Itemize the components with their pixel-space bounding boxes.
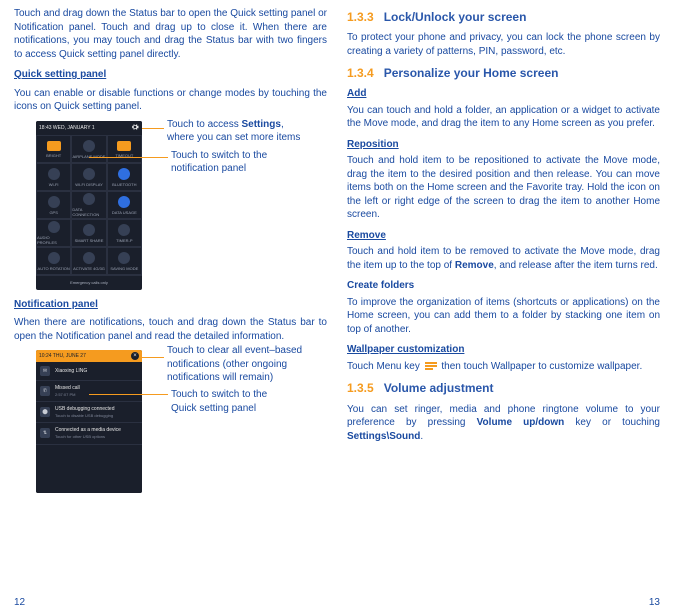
pointer-line <box>89 394 168 395</box>
qsp-cell[interactable]: TIMEOUT <box>107 135 142 163</box>
qsp-cell[interactable]: ACTIVATE 4G/3G <box>71 247 106 275</box>
np-text: When there are notifications, touch and … <box>14 316 327 343</box>
menu-key-icon <box>425 361 437 372</box>
s133-text: To protect your phone and privacy, you c… <box>347 31 660 58</box>
audio-icon <box>48 221 60 233</box>
qsp-cell[interactable]: GPS <box>36 191 71 219</box>
clear-all-icon[interactable]: × <box>131 352 139 360</box>
qsp-cell[interactable]: TIMER-P <box>107 219 142 247</box>
qsp-text: You can enable or disable functions or c… <box>14 87 327 114</box>
bluetooth-icon <box>118 168 130 180</box>
page-number-right: 13 <box>649 596 660 610</box>
qsp-cell[interactable]: AUDIO PROFILES <box>36 219 71 247</box>
remove-text: Touch and hold item to be removed to act… <box>347 245 660 272</box>
quick-settings-screenshot: 18:43 WED, JANUARY 1 BRIGHT AIRPLANE MOD… <box>36 121 142 290</box>
pointer-line <box>142 128 164 129</box>
notification-panel-heading: Notification panel <box>14 298 327 312</box>
create-folders-heading: Create folders <box>347 279 660 293</box>
network-icon <box>83 252 95 264</box>
usb-icon: ⇅ <box>40 428 50 438</box>
qsp-cell[interactable]: SMART SHARE <box>71 219 106 247</box>
qsp-cell[interactable]: DATA USAGE <box>107 191 142 219</box>
qsp-cell[interactable]: AUTO ROTATION <box>36 247 71 275</box>
pointer-line <box>142 357 164 358</box>
notification-panel-screenshot: 10:24 THU, JUNE 27 × ✉ Xiaoxing LING ✆ M… <box>36 350 142 492</box>
left-page: Touch and drag down the Status bar to op… <box>14 7 327 501</box>
remove-heading: Remove <box>347 229 660 243</box>
section-134-heading: 1.3.4Personalize your Home screen <box>347 65 660 81</box>
airplane-icon <box>83 140 95 152</box>
wifi-icon <box>48 168 60 180</box>
annot-switch-qsp: Touch to switch to the Quick setting pan… <box>171 388 267 415</box>
missed-call-icon: ✆ <box>40 386 50 396</box>
quick-settings-screenshot-block: 18:43 WED, JANUARY 1 BRIGHT AIRPLANE MOD… <box>36 121 327 290</box>
notification-row[interactable]: ✆ Missed call2:57:07 PM <box>36 381 142 402</box>
qsp-statusbar: 18:43 WED, JANUARY 1 <box>36 121 142 136</box>
notification-panel-screenshot-block: 10:24 THU, JUNE 27 × ✉ Xiaoxing LING ✆ M… <box>36 350 327 492</box>
notification-row[interactable]: ⬤ USB debugging connectedTouch to disabl… <box>36 402 142 423</box>
annot-settings: Touch to access Settings, where you can … <box>167 118 300 145</box>
data-conn-icon <box>83 193 95 205</box>
timer-icon <box>118 224 130 236</box>
notification-row[interactable]: ⇅ Connected as a media deviceTouch for o… <box>36 423 142 444</box>
rotate-icon <box>48 252 60 264</box>
notification-row[interactable]: ✉ Xiaoxing LING <box>36 362 142 381</box>
usb-icon: ⬤ <box>40 407 50 417</box>
s135-text: You can set ringer, media and phone ring… <box>347 403 660 444</box>
gear-icon[interactable] <box>131 123 139 134</box>
add-text: You can touch and hold a folder, an appl… <box>347 104 660 131</box>
annot-clear: Touch to clear all event–based notificat… <box>167 344 302 385</box>
wallpaper-heading: Wallpaper customization <box>347 343 660 357</box>
np-time: 10:24 THU, JUNE 27 <box>39 353 86 360</box>
share-icon <box>83 224 95 236</box>
emergency-text: Emergency calls only <box>36 275 142 289</box>
reposition-text: Touch and hold item to be repositioned t… <box>347 154 660 222</box>
message-icon: ✉ <box>40 366 50 376</box>
qsp-cell[interactable]: AIRPLANE MODE <box>71 135 106 163</box>
gps-icon <box>48 196 60 208</box>
slider-icon <box>47 141 61 151</box>
annot-switch-notif: Touch to switch to the notification pane… <box>171 149 267 176</box>
qsp-cell[interactable]: BLUETOOTH <box>107 163 142 191</box>
section-133-heading: 1.3.3Lock/Unlock your screen <box>347 9 660 25</box>
data-usage-icon <box>118 196 130 208</box>
intro-text: Touch and drag down the Status bar to op… <box>14 7 327 61</box>
qsp-cell[interactable]: WI-FI DISPLAY <box>71 163 106 191</box>
qsp-cell[interactable]: SAVING MODE <box>107 247 142 275</box>
page-number-left: 12 <box>14 596 25 610</box>
wallpaper-text: Touch Menu key then touch Wallpaper to c… <box>347 360 660 374</box>
np-statusbar: 10:24 THU, JUNE 27 × <box>36 350 142 362</box>
qsp-cell[interactable]: WI-FI <box>36 163 71 191</box>
add-heading: Add <box>347 87 660 101</box>
reposition-heading: Reposition <box>347 138 660 152</box>
timeout-icon <box>117 141 131 151</box>
qsp-cell[interactable]: DATA CONNECTION <box>71 191 106 219</box>
screenshot-filler <box>36 445 142 493</box>
create-folders-text: To improve the organization of items (sh… <box>347 296 660 337</box>
wifi-display-icon <box>83 168 95 180</box>
qsp-cell[interactable]: BRIGHT <box>36 135 71 163</box>
quick-setting-panel-heading: Quick setting panel <box>14 68 327 82</box>
qsp-time: 18:43 WED, JANUARY 1 <box>39 125 95 132</box>
saving-icon <box>118 252 130 264</box>
pointer-line <box>89 157 168 158</box>
section-135-heading: 1.3.5Volume adjustment <box>347 380 660 396</box>
right-page: 1.3.3Lock/Unlock your screen To protect … <box>347 7 660 501</box>
